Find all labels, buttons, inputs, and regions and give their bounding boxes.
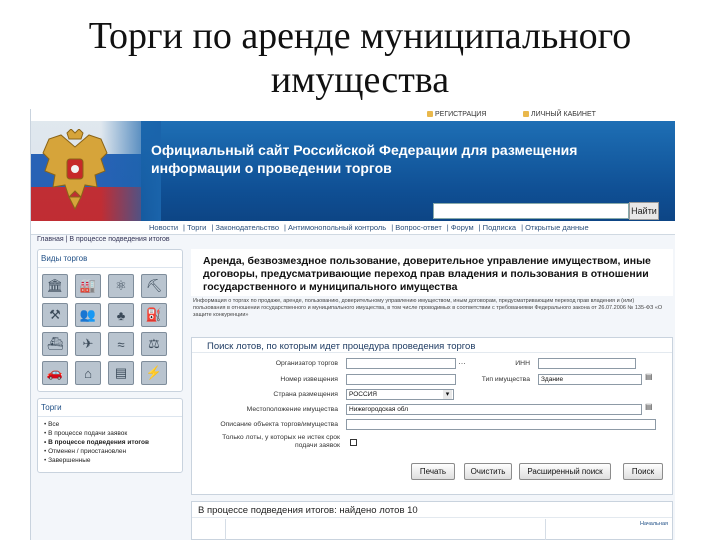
page-heading: Аренда, безвозмездное пользование, довер…	[191, 249, 673, 296]
nav-item-opendata[interactable]: Открытые данные	[525, 223, 589, 232]
register-link[interactable]: РЕГИСТРАЦИЯ	[427, 111, 486, 118]
clear-button[interactable]: Очистить	[464, 463, 512, 480]
slide: Торги по аренде муниципального имущества…	[0, 0, 720, 540]
header-banner: Официальный сайт Российской Федерации дл…	[31, 121, 675, 221]
derrick-icon[interactable]: ⛏	[141, 274, 167, 298]
notice-number-field[interactable]	[346, 374, 456, 385]
cabinet-link[interactable]: ЛИЧНЫЙ КАБИНЕТ	[523, 111, 596, 118]
location-picker-icon[interactable]: ▤	[645, 402, 653, 411]
main-nav: Новости | Торги | Законодательство | Антимо…	[31, 221, 675, 235]
nav-item-antimonopoly[interactable]: Антимонопольный контроль	[288, 223, 386, 232]
types-panel: Виды торгов 🏛 🏭 ⚛ ⛏ ⚒ 👥 ♣ ⛽ ⛴ ✈ ≈ ⚖ 🚗 ⌂	[37, 249, 183, 392]
form-title: Поиск лотов, по которым идет процедура п…	[192, 338, 672, 353]
only-lots-label: Только лоты, у которых не истек срок под…	[222, 434, 340, 449]
property-type-field[interactable]: Здание	[538, 374, 642, 385]
print-button[interactable]: Печать	[411, 463, 455, 480]
building-icon[interactable]: 🏛	[42, 274, 68, 298]
search-button[interactable]: Найти	[629, 202, 659, 220]
location-field[interactable]: Нижегородская обл	[346, 404, 642, 415]
results-title: В процессе подведения итогов: найдено ло…	[192, 502, 672, 518]
torgi-item-cancelled[interactable]: Отменен / приостановлен	[44, 447, 176, 456]
nav-item-news[interactable]: Новости	[149, 223, 178, 232]
location-label: Местоположение имущества	[246, 406, 338, 413]
torgi-item-all[interactable]: Все	[44, 420, 176, 429]
scales-icon[interactable]: ⚖	[141, 332, 167, 356]
nav-item-forum[interactable]: Форум	[451, 223, 474, 232]
country-label: Страна размещения	[273, 391, 338, 398]
atom-icon[interactable]: ⚛	[108, 274, 134, 298]
water-icon[interactable]: ≈	[108, 332, 134, 356]
property-type-picker-icon[interactable]: ▤	[645, 372, 653, 381]
crane-icon[interactable]: ⚒	[42, 303, 68, 327]
torgi-panel: Торги Все В процессе подачи заявок В про…	[37, 398, 183, 473]
site-title: Официальный сайт Российской Федерации дл…	[151, 142, 578, 176]
nav-item-law[interactable]: Законодательство	[215, 223, 279, 232]
coat-of-arms-icon	[42, 129, 108, 211]
ship-icon[interactable]: ⛴	[42, 332, 68, 356]
organizer-field[interactable]	[346, 358, 456, 369]
torgi-item-applications[interactable]: В процессе подачи заявок	[44, 429, 176, 438]
register-icon	[427, 111, 433, 117]
torgi-title: Торги	[38, 399, 182, 417]
types-icon-grid: 🏛 🏭 ⚛ ⛏ ⚒ 👥 ♣ ⛽ ⛴ ✈ ≈ ⚖ 🚗 ⌂ ▤ ⚡	[38, 268, 182, 391]
top-bar: РЕГИСТРАЦИЯ ЛИЧНЫЙ КАБИНЕТ	[31, 109, 675, 121]
advanced-search-button[interactable]: Расширенный поиск	[519, 463, 611, 480]
inn-field[interactable]	[538, 358, 636, 369]
nav-item-subscribe[interactable]: Подписка	[483, 223, 516, 232]
search-submit-button[interactable]: Поиск	[623, 463, 663, 480]
sidebar: Виды торгов 🏛 🏭 ⚛ ⛏ ⚒ 👥 ♣ ⛽ ⛴ ✈ ≈ ⚖ 🚗 ⌂	[37, 249, 183, 540]
country-select[interactable]: РОССИЯ	[346, 389, 454, 400]
search-input[interactable]	[433, 203, 629, 219]
description-label: Описание объекта торгов/имущества	[220, 421, 338, 428]
property-type-label: Тип имущества	[481, 376, 530, 383]
inn-label: ИНН	[515, 360, 530, 367]
torgi-list: Все В процессе подачи заявок В процессе …	[38, 417, 182, 468]
main-content: Аренда, безвозмездное пользование, довер…	[191, 249, 673, 540]
organizer-picker-icon[interactable]: …	[458, 357, 466, 366]
car-icon[interactable]: 🚗	[42, 361, 68, 385]
house-icon[interactable]: ⌂	[75, 361, 101, 385]
factory-icon[interactable]: 🏭	[75, 274, 101, 298]
description-field[interactable]	[346, 419, 656, 430]
torgi-item-completed[interactable]: Завершенные	[44, 456, 176, 465]
breadcrumb[interactable]: Главная | В процессе подведения итогов	[37, 236, 170, 243]
results-column	[202, 519, 226, 540]
tower-icon[interactable]: ⚡	[141, 361, 167, 385]
tree-icon[interactable]: ♣	[108, 303, 134, 327]
torgi-item-summarizing[interactable]: В процессе подведения итогов	[44, 438, 176, 447]
results-col-header: Начальная	[640, 521, 668, 527]
results-panel: В процессе подведения итогов: найдено ло…	[191, 501, 673, 540]
types-title: Виды торгов	[38, 250, 182, 268]
search-form: Поиск лотов, по которым идет процедура п…	[191, 337, 673, 495]
oil-pump-icon[interactable]: ⛽	[141, 303, 167, 327]
page-description: Информация о торгах по продаже, аренде, …	[193, 298, 663, 318]
nav-item-faq[interactable]: Вопрос-ответ	[395, 223, 442, 232]
only-lots-checkbox[interactable]	[350, 439, 357, 446]
results-column	[226, 519, 546, 540]
key-icon	[523, 111, 529, 117]
people-icon[interactable]: 👥	[75, 303, 101, 327]
website-screenshot: РЕГИСТРАЦИЯ ЛИЧНЫЙ КАБИНЕТ Официальный с…	[30, 109, 675, 540]
slide-title: Торги по аренде муниципального имущества	[88, 15, 632, 101]
nav-item-torgi[interactable]: Торги	[187, 223, 206, 232]
fish-icon[interactable]: ✈	[75, 332, 101, 356]
notice-number-label: Номер извещения	[280, 376, 338, 383]
organizer-label: Организатор торгов	[275, 360, 338, 367]
document-icon[interactable]: ▤	[108, 361, 134, 385]
